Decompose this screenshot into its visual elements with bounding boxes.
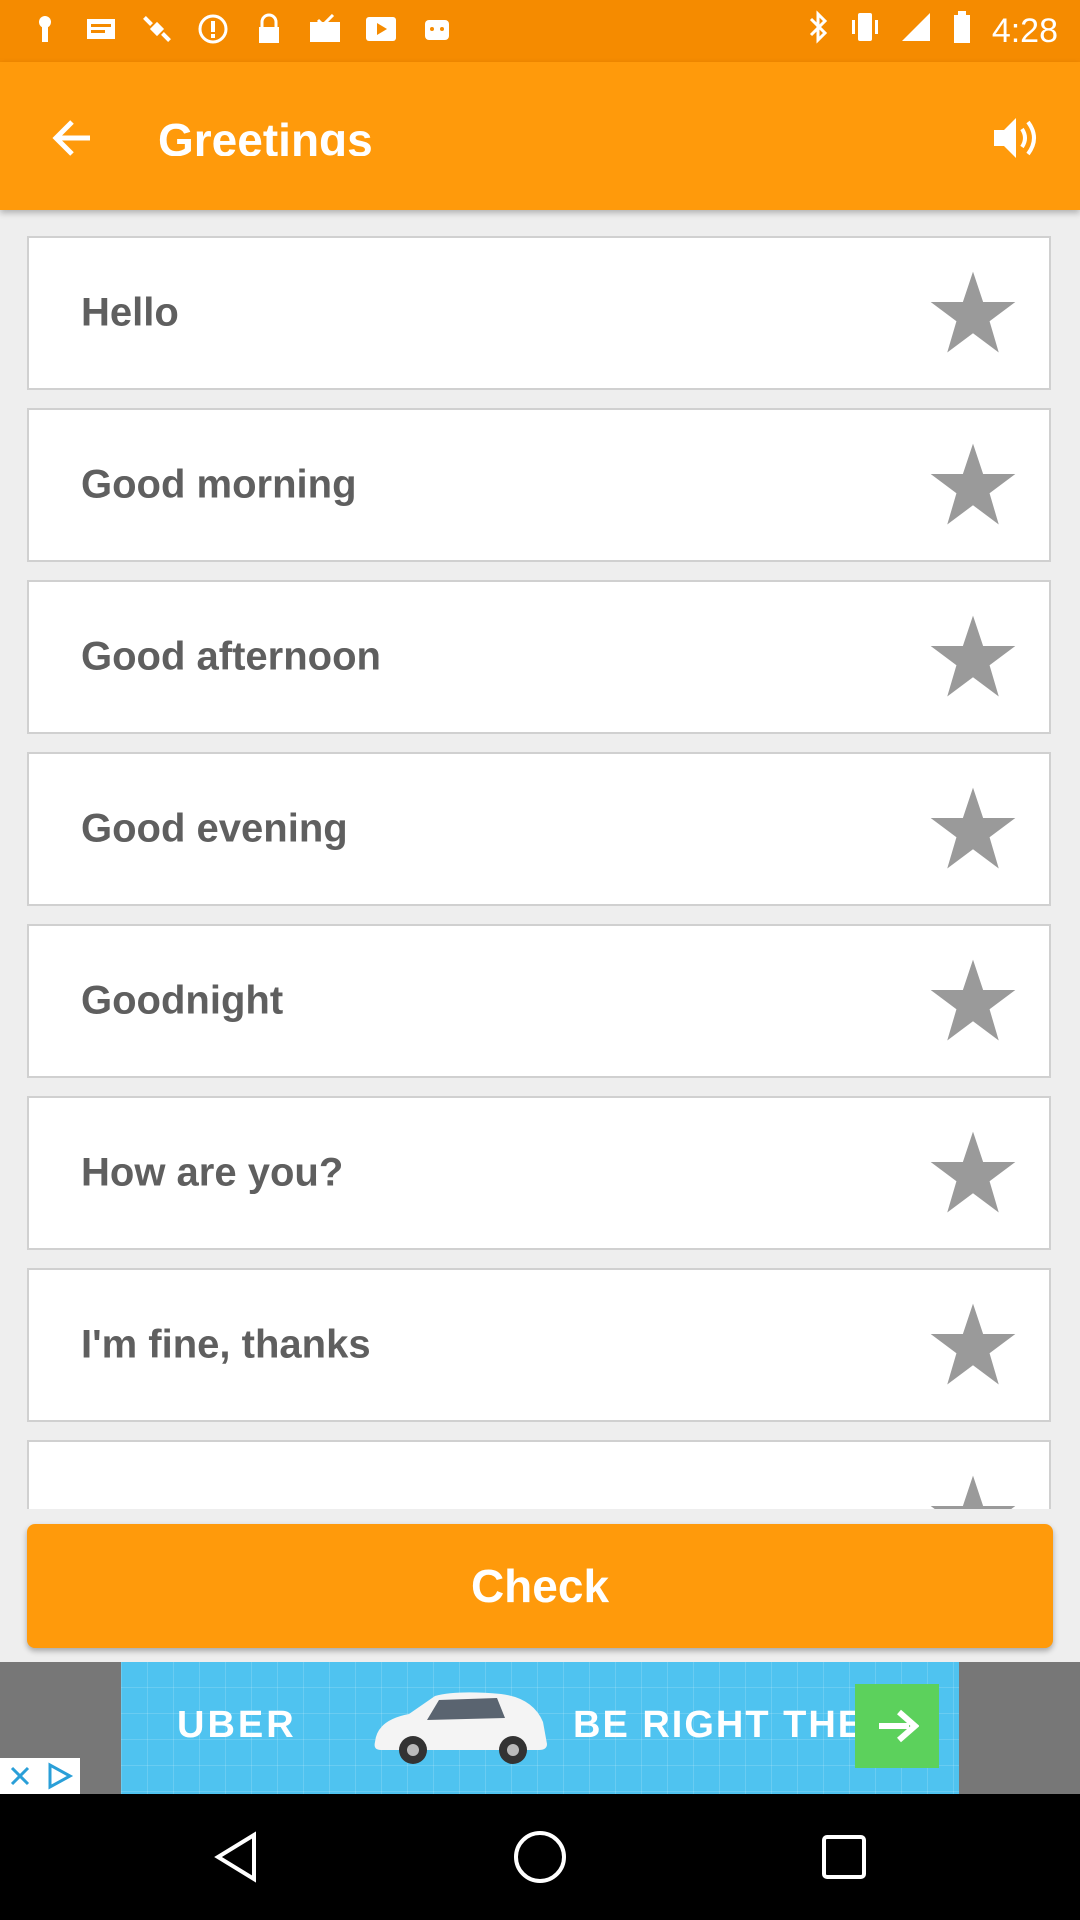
close-icon [10,1766,30,1786]
alert-icon [196,12,230,46]
robot-icon [420,12,454,46]
ad-choices-icon [48,1762,74,1790]
phrase-label: Good morning [81,462,357,507]
back-button[interactable] [36,102,108,174]
phrase-label: I'm fine, thanks [81,1322,371,1367]
vibrate-icon [850,10,880,53]
ad-banner[interactable]: UBER BE RIGHT THERE [121,1662,959,1794]
message-icon [84,12,118,46]
star-icon[interactable] [927,267,1019,359]
phrase-card-hello[interactable]: Hello [27,236,1051,390]
status-bar: 4:28 [0,0,1080,62]
mail-check-icon [308,12,342,46]
star-icon[interactable] [927,1471,1019,1509]
battery-icon [952,10,972,53]
star-icon[interactable] [927,955,1019,1047]
clock-time: 4:28 [991,12,1058,50]
phrase-label: Good afternoon [81,634,381,679]
phrase-card-partial[interactable] [27,1440,1051,1509]
circle-home-icon [514,1831,566,1883]
status-notification-icons [28,12,454,46]
star-icon[interactable] [927,1127,1019,1219]
triangle-back-icon [214,1831,256,1883]
nav-recents-button[interactable] [809,1822,879,1892]
ad-choices-button[interactable] [40,1758,80,1794]
phrase-card-good-afternoon[interactable]: Good afternoon [27,580,1051,734]
lock-icon [252,12,286,46]
phrase-card-how-are-you[interactable]: How are you? [27,1096,1051,1250]
nav-back-button[interactable] [201,1822,271,1892]
page-title: Greetings [158,114,373,156]
ad-banner-area: UBER BE RIGHT THERE [0,1662,1080,1794]
check-button[interactable]: Check [27,1524,1053,1648]
star-icon[interactable] [927,611,1019,703]
phrase-label: Good evening [81,806,348,851]
play-icon [364,12,398,46]
phrase-label: How are you? [81,1150,344,1195]
arrow-back-icon [52,120,90,156]
star-icon[interactable] [927,1299,1019,1391]
app-bar: Greetings [0,62,1080,210]
phrase-label: Goodnight [81,978,284,1023]
ad-arrow-button[interactable] [855,1684,939,1768]
system-nav-bar [0,1794,1080,1920]
phrase-card-good-morning[interactable]: Good morning [27,408,1051,562]
square-recents-icon [822,1835,866,1879]
notification-icon [28,12,62,46]
status-system-icons: 4:28 [808,10,1058,53]
signal-icon [900,11,932,52]
phrase-label: Hello [81,290,179,335]
phrase-card-im-fine-thanks[interactable]: I'm fine, thanks [27,1268,1051,1422]
ad-close-button[interactable] [0,1758,40,1794]
phrase-card-goodnight[interactable]: Goodnight [27,924,1051,1078]
arrow-right-icon [879,1709,919,1743]
ad-brand: UBER [177,1704,297,1746]
volume-button[interactable] [980,102,1052,174]
nav-home-button[interactable] [505,1822,575,1892]
phrase-card-good-evening[interactable]: Good evening [27,752,1051,906]
volume-icon [994,118,1036,158]
satellite-icon [140,12,174,46]
phrase-list[interactable]: Hello Good morning Good afternoon Good e… [0,236,1080,1509]
star-icon[interactable] [927,439,1019,531]
car-icon [374,1692,547,1764]
bluetooth-icon [808,10,830,53]
star-icon[interactable] [927,783,1019,875]
